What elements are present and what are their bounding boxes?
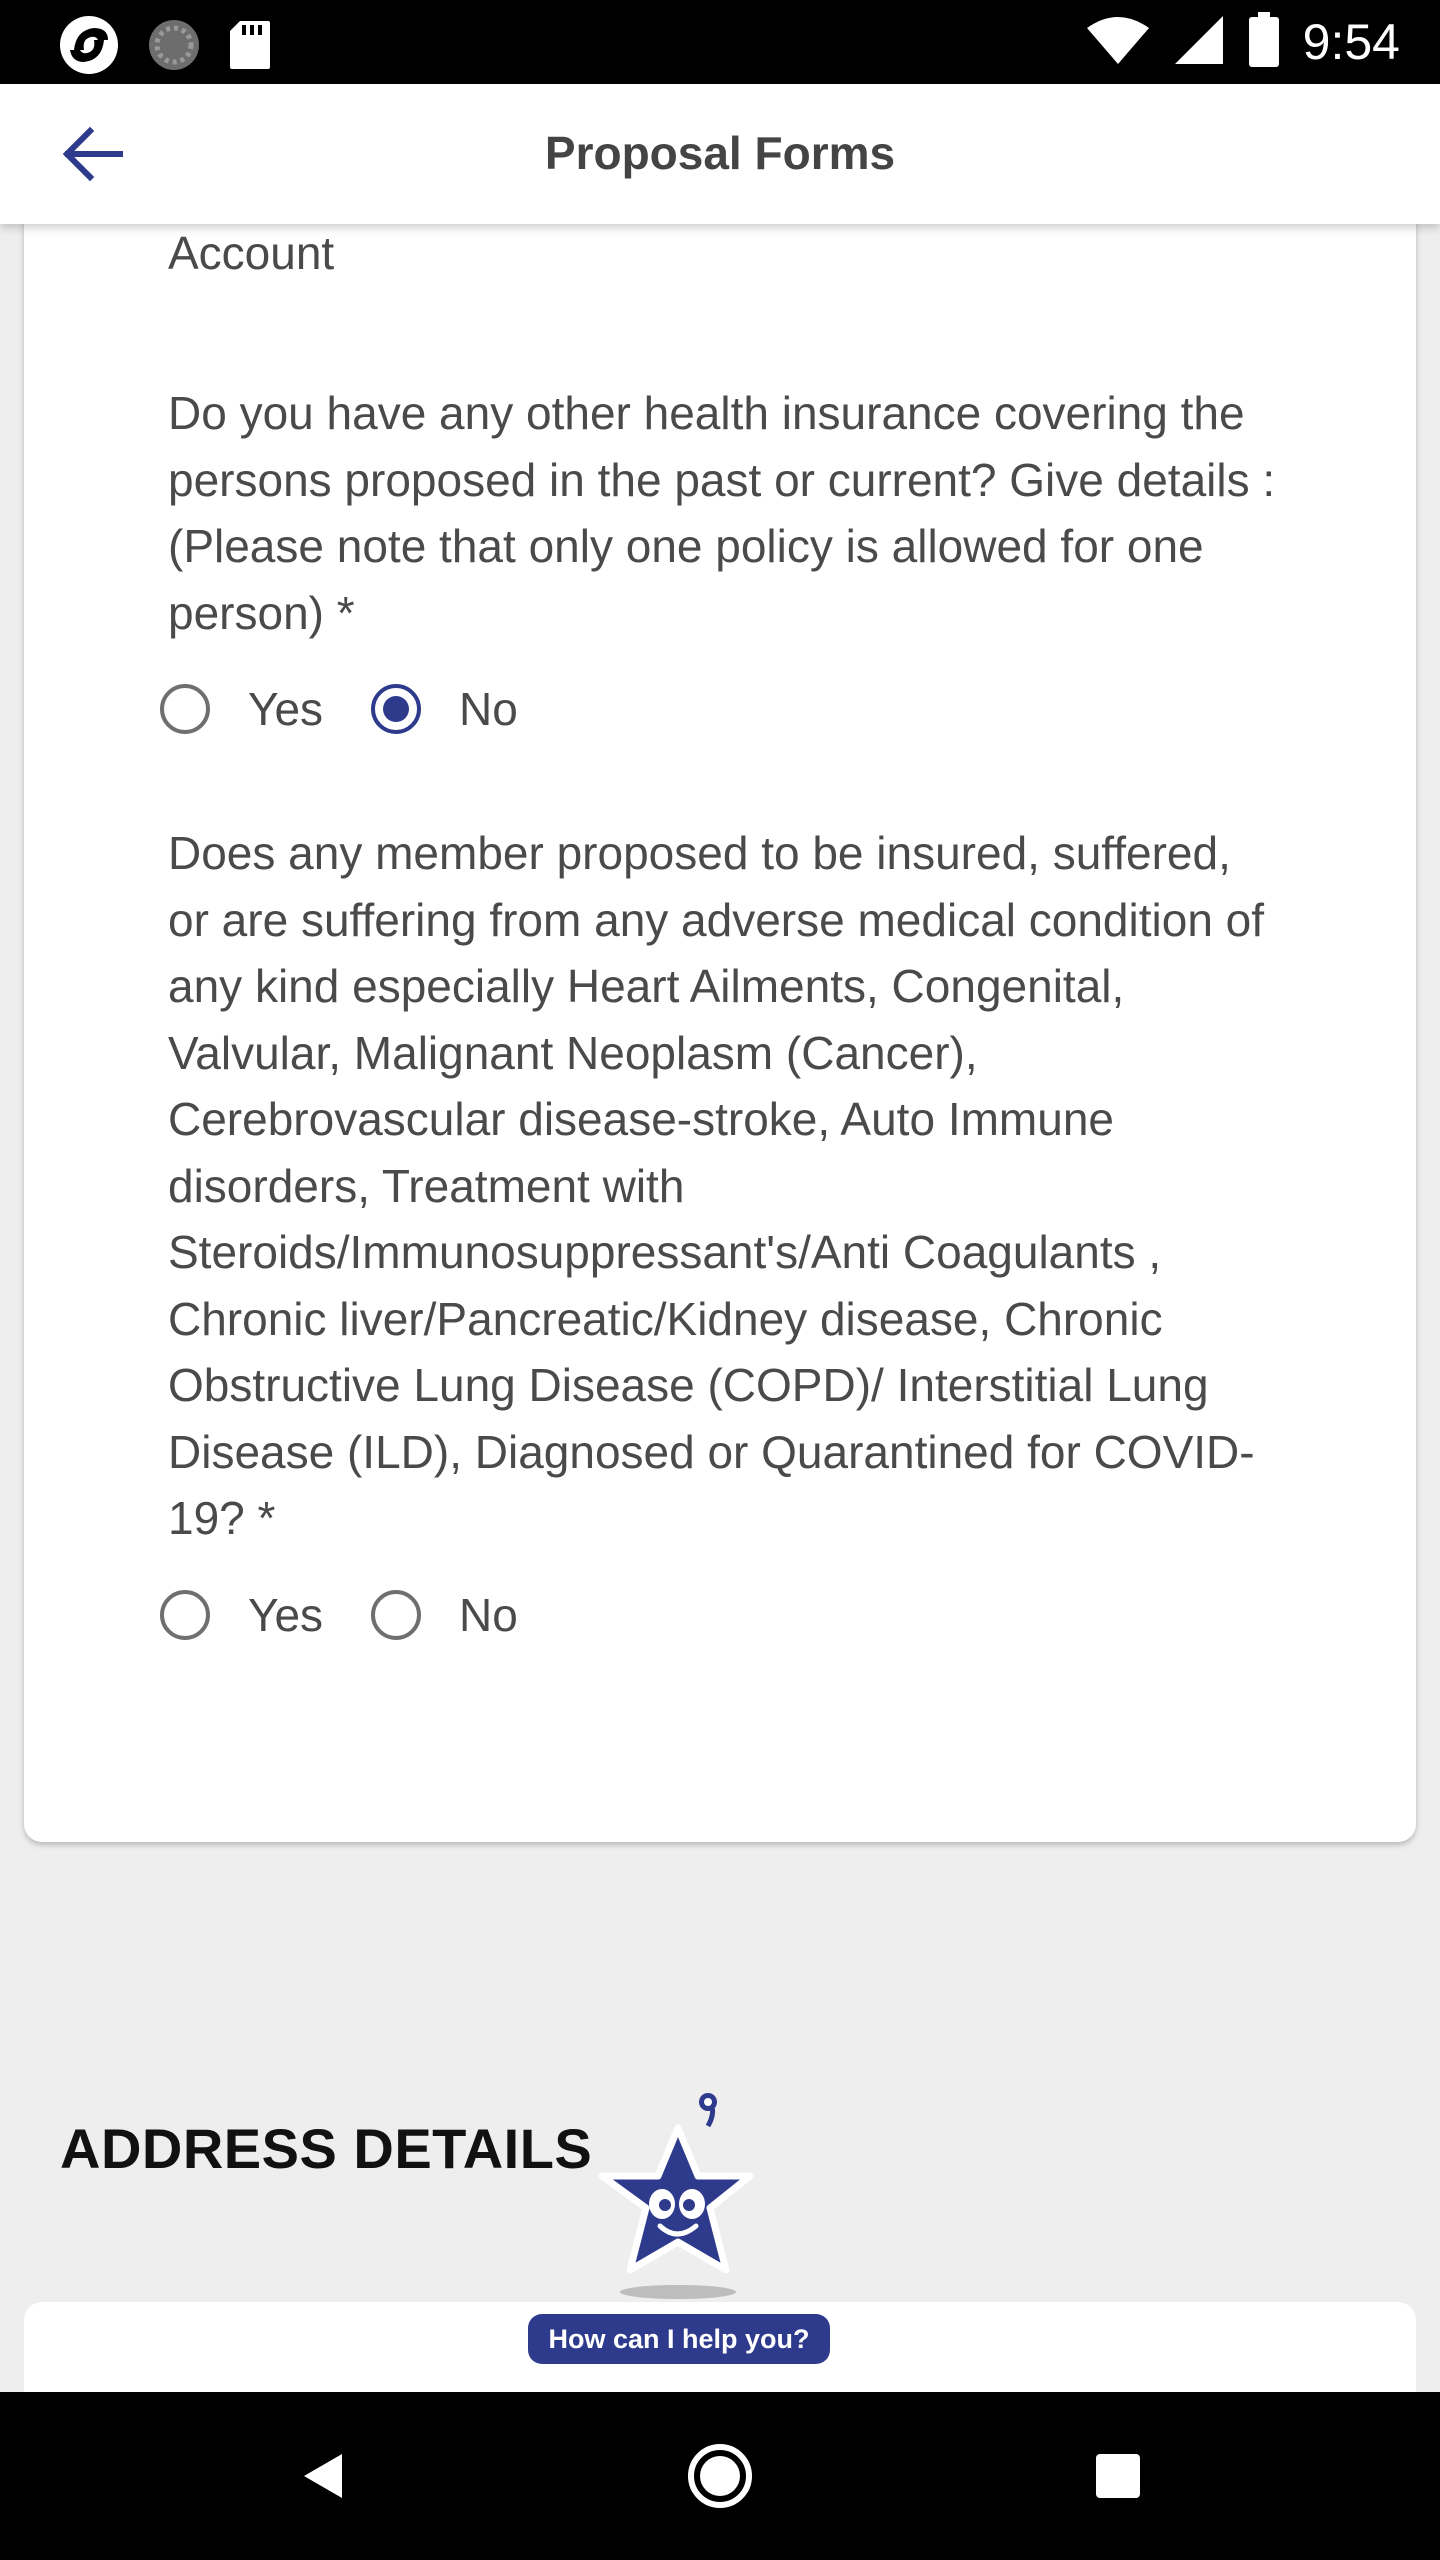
radio-button-yes[interactable] bbox=[160, 1590, 210, 1640]
battery-icon bbox=[1247, 11, 1281, 73]
page-title: Proposal Forms bbox=[544, 127, 896, 179]
radio-label-yes: Yes bbox=[248, 1589, 324, 1641]
status-bar: 9:54 bbox=[0, 0, 1440, 84]
signal-icon bbox=[1173, 14, 1225, 71]
chatbot-bubble[interactable]: How can I help you? bbox=[528, 2314, 830, 2364]
back-triangle-icon bbox=[304, 2454, 342, 2498]
radio-label-no: No bbox=[459, 1589, 518, 1641]
app-bar: Proposal Forms bbox=[0, 84, 1440, 224]
home-circle-icon bbox=[688, 2444, 752, 2508]
loading-icon bbox=[146, 17, 202, 78]
radio-option-no[interactable]: No bbox=[371, 1588, 518, 1642]
app-logo-icon bbox=[58, 14, 120, 81]
radio-option-no[interactable]: No bbox=[371, 682, 518, 736]
radio-button-no-selected[interactable] bbox=[371, 684, 422, 734]
section-title-address: ADDRESS DETAILS bbox=[60, 2117, 593, 2180]
system-nav-bar bbox=[0, 2392, 1440, 2560]
nav-home-button[interactable] bbox=[680, 2436, 760, 2516]
recents-square-icon bbox=[1096, 2454, 1140, 2498]
sd-card-icon bbox=[228, 19, 272, 76]
nav-back-button[interactable] bbox=[282, 2436, 362, 2516]
radio-option-yes[interactable]: Yes bbox=[160, 682, 323, 736]
question-other-insurance: Do you have any other health insurance c… bbox=[168, 387, 1276, 639]
radio-label-no: No bbox=[459, 683, 518, 735]
radio-group-medical-condition: Yes No bbox=[160, 1580, 566, 1650]
nav-recents-button[interactable] bbox=[1078, 2436, 1158, 2516]
question-medical-condition: Does any member proposed to be insured, … bbox=[168, 827, 1265, 1544]
radio-button-yes[interactable] bbox=[160, 684, 210, 734]
radio-button-no[interactable] bbox=[371, 1590, 422, 1640]
radio-group-other-insurance: Yes No bbox=[160, 674, 566, 744]
status-right-icons: 9:54 bbox=[1085, 10, 1400, 74]
partial-field-label: Account bbox=[168, 227, 335, 279]
radio-option-yes[interactable]: Yes bbox=[160, 1588, 323, 1642]
status-time: 9:54 bbox=[1302, 14, 1400, 70]
radio-label-yes: Yes bbox=[248, 683, 324, 735]
wifi-icon bbox=[1085, 14, 1151, 71]
status-left-icons bbox=[58, 14, 272, 81]
